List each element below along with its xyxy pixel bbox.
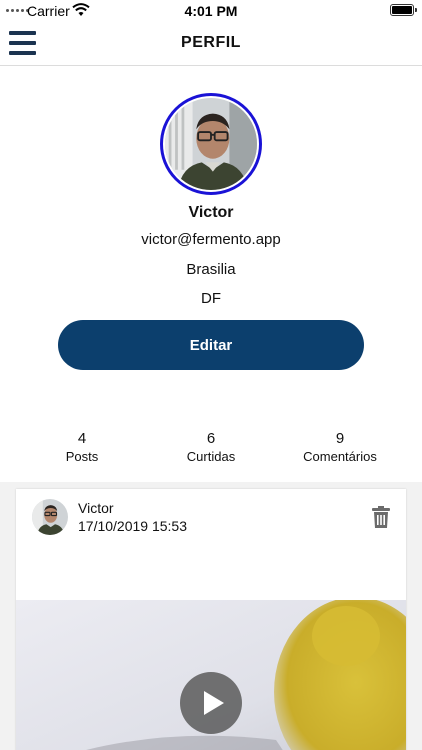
post-card: Victor 17/10/2019 15:53	[16, 489, 406, 750]
profile-card: Victor victor@fermento.app Brasilia DF E…	[0, 66, 422, 482]
profile-name: Victor	[188, 204, 234, 221]
stat-likes-value: 6	[206, 430, 216, 447]
stat-posts-value: 4	[77, 430, 87, 447]
profile-state: DF	[201, 290, 221, 307]
post-author-name: Victor	[78, 500, 114, 516]
trash-icon[interactable]	[372, 506, 390, 528]
stat-comments-value: 9	[335, 430, 345, 447]
stat-likes[interactable]: 6 Curtidas	[151, 430, 271, 464]
clock: 4:01 PM	[184, 3, 238, 19]
stat-posts-label: Posts	[65, 449, 99, 464]
post-video[interactable]	[16, 600, 406, 750]
post-datetime: 17/10/2019 15:53	[78, 518, 187, 534]
post-author-avatar	[32, 499, 68, 535]
stat-comments-label: Comentários	[303, 449, 377, 464]
battery-icon	[390, 4, 417, 16]
profile-stats: 4 Posts 6 Curtidas 9 Comentários	[0, 430, 422, 470]
stat-likes-label: Curtidas	[186, 449, 236, 464]
post-avatar-photo	[32, 499, 68, 535]
avatar-photo	[165, 98, 257, 190]
avatar	[160, 93, 262, 195]
page-title: PERFIL	[181, 34, 241, 51]
profile-city: Brasilia	[186, 261, 236, 278]
nav-bar: PERFIL	[0, 22, 422, 66]
stat-posts[interactable]: 4 Posts	[22, 430, 142, 464]
status-bar: Carrier 4:01 PM	[0, 0, 422, 22]
stat-comments[interactable]: 9 Comentários	[280, 430, 400, 464]
play-icon[interactable]	[180, 672, 242, 734]
edit-profile-button[interactable]: Editar	[58, 320, 364, 370]
profile-email: victor@fermento.app	[141, 231, 281, 248]
